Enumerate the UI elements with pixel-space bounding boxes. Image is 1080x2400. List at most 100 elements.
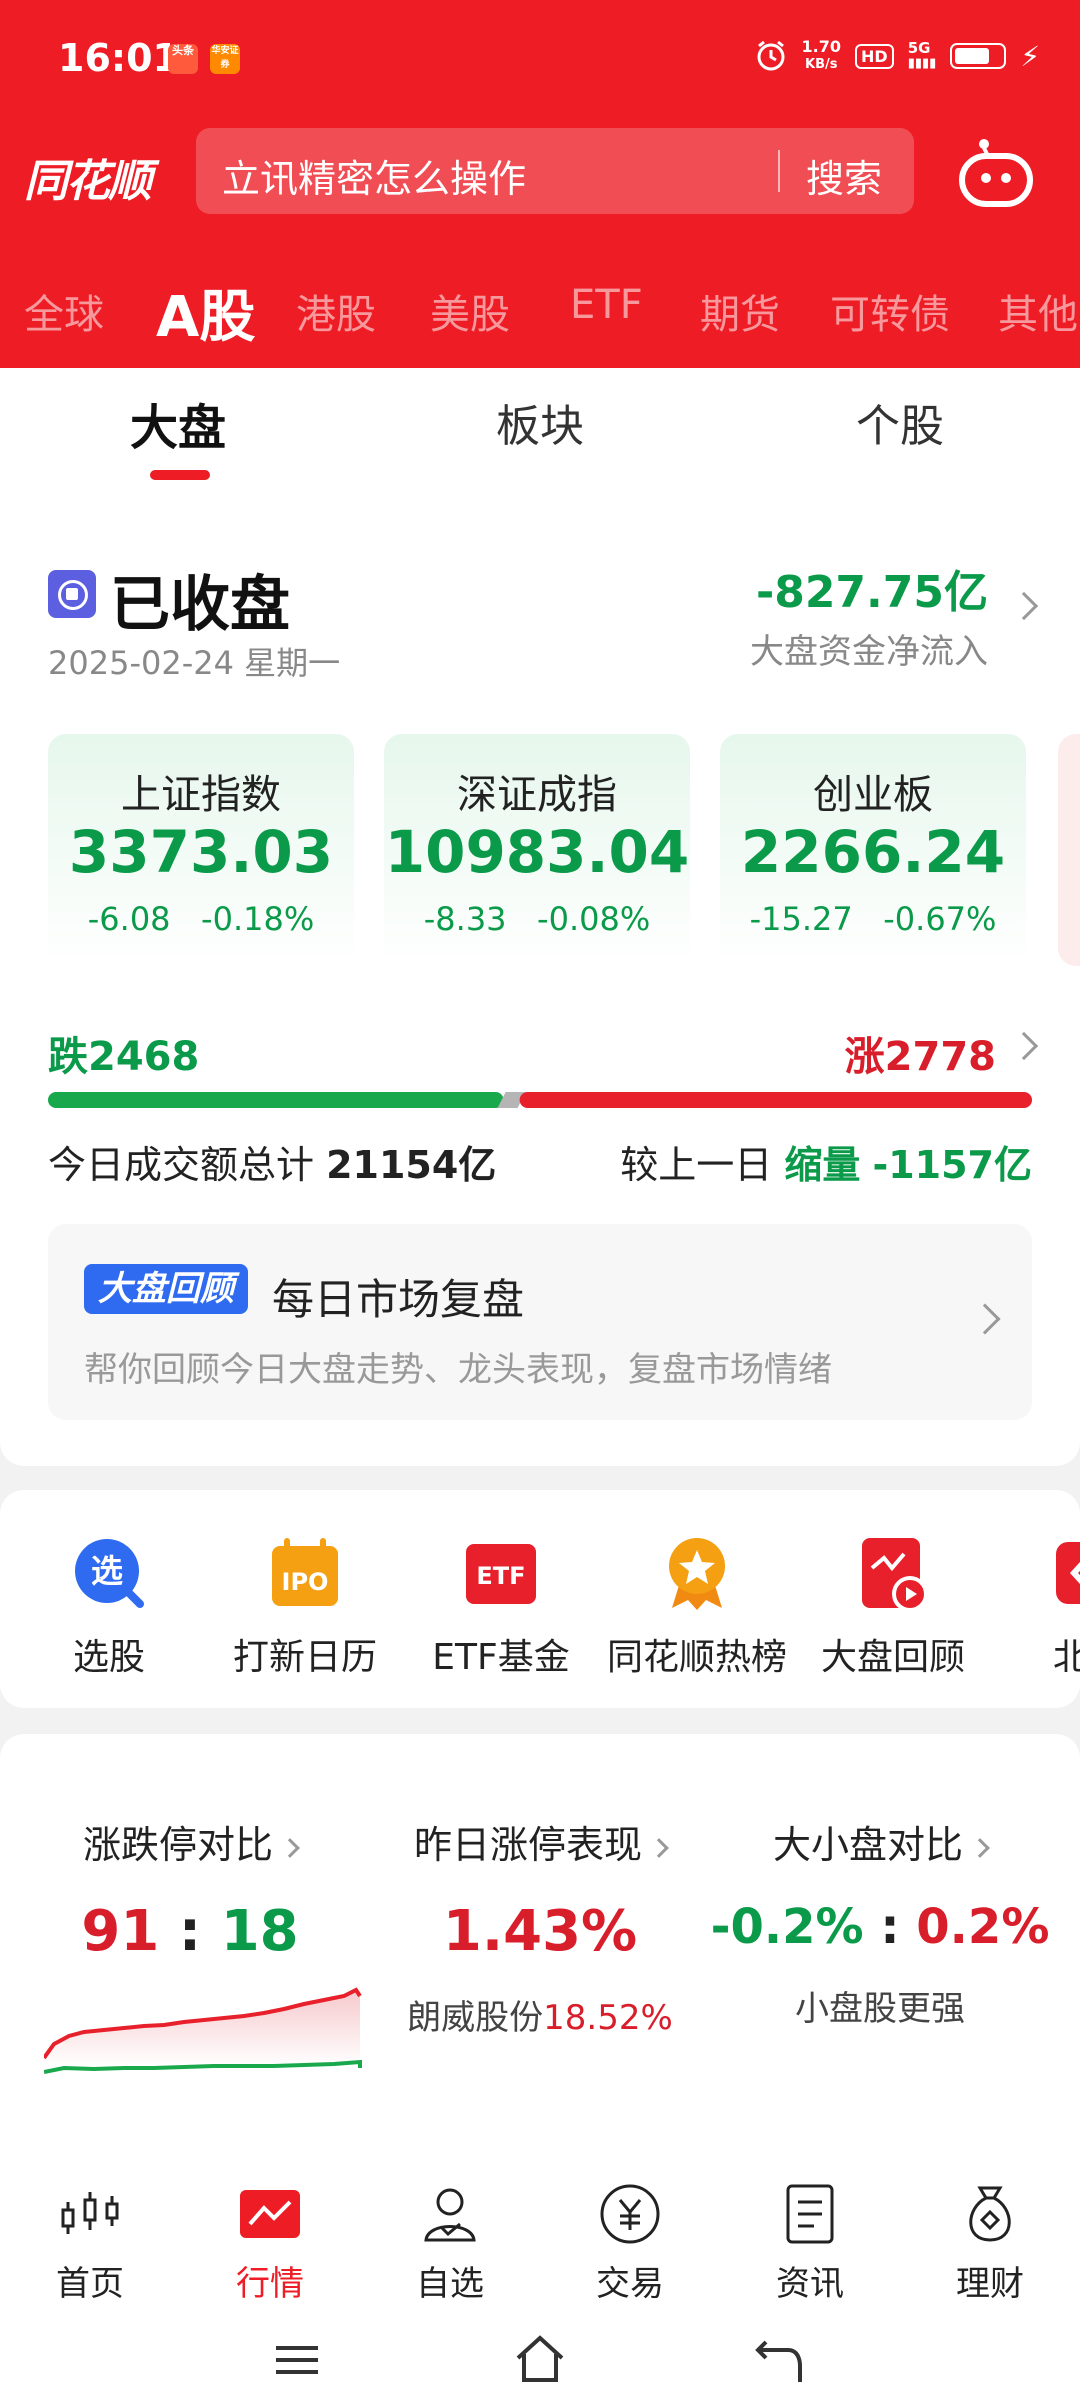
limit-compare-sparkline	[44, 1987, 362, 2074]
yesterday-title: 昨日涨停表现	[360, 1814, 720, 1869]
net-speed: 1.70 KB/s	[801, 37, 842, 73]
nav-news[interactable]: 资讯	[740, 2182, 880, 2305]
nav-label: 行情	[236, 2264, 304, 2304]
search-button[interactable]: 搜索	[806, 148, 882, 203]
nav-wealth[interactable]: 理财	[920, 2182, 1060, 2305]
fall-count: 跌2468	[48, 1034, 200, 1080]
tab-convertible[interactable]: 可转债	[830, 282, 950, 340]
market-closed-icon	[48, 570, 96, 618]
review-title: 每日市场复盘	[272, 1275, 525, 1324]
tool-market-review[interactable]: 大盘回顾	[798, 1534, 988, 1680]
nav-trade[interactable]: 交易	[560, 2182, 700, 2305]
tool-ipo-calendar[interactable]: IPO 打新日历	[210, 1534, 400, 1680]
app-logo[interactable]: 同花顺	[24, 145, 152, 209]
bse-icon	[1056, 1542, 1080, 1604]
tab-a-share[interactable]: A股	[156, 272, 255, 353]
menu-icon[interactable]	[272, 2334, 322, 2384]
daily-review-banner[interactable]: 大盘回顾 每日市场复盘 帮你回顾今日大盘走势、龙头表现，复盘市场情绪	[48, 1224, 1032, 1420]
hot-list-icon	[669, 1538, 725, 1610]
market-status-title: 已收盘	[110, 570, 290, 640]
advance-bar	[519, 1092, 1032, 1108]
market-stats-card: 涨跌停对比 91 : 18 昨日涨停表现 1.43% 朗威股份18.52% 大小…	[0, 1734, 1080, 2154]
yesterday-limit-performance[interactable]: 昨日涨停表现 1.43% 朗威股份18.52%	[360, 1814, 720, 2039]
turnover-compare: 较上一日 缩量 -1157亿	[620, 1143, 1032, 1187]
tab-other[interactable]: 其他	[998, 282, 1078, 340]
nav-label: 首页	[56, 2264, 124, 2304]
home-icon[interactable]	[512, 2330, 568, 2386]
index-change: -15.27 -0.67%	[749, 900, 997, 938]
bottom-nav: 首页 行情 自选 交易 资讯 理财	[0, 2154, 1080, 2320]
index-value: 3373.03	[68, 818, 334, 886]
limit-compare-value: 91 : 18	[81, 1899, 299, 1964]
index-name: 上证指数	[121, 772, 281, 818]
tool-etf-fund[interactable]: ETF ETF基金	[406, 1534, 596, 1680]
search-bar[interactable]: 立讯精密怎么操作 搜索	[196, 128, 914, 214]
svg-text:IPO: IPO	[282, 1568, 329, 1596]
money-bag-icon	[969, 2186, 1011, 2242]
status-time: 16:01	[58, 36, 179, 80]
yesterday-value: 1.43%	[442, 1899, 638, 1964]
app-header: 16:01 头条 华安证券 1.70 KB/s HD 5G ▮▮▮▮ ⚡ 同花顺 立…	[0, 0, 1080, 368]
search-input[interactable]: 立讯精密怎么操作	[222, 148, 526, 203]
tab-hk[interactable]: 港股	[296, 282, 376, 340]
market-date: 2025-02-24 星期一	[48, 644, 341, 682]
index-change: -8.33 -0.08%	[423, 900, 651, 938]
size-compare-note: 小盘股更强	[795, 1989, 965, 2029]
decline-bar	[48, 1092, 504, 1108]
robot-assistant-icon[interactable]	[958, 136, 1034, 208]
signal-5g-icon: 5G ▮▮▮▮	[907, 39, 937, 71]
tool-label: 大盘回顾	[820, 1637, 965, 1678]
svg-text:ETF: ETF	[476, 1562, 525, 1590]
tool-label: 北交	[1052, 1637, 1080, 1678]
tab-us[interactable]: 美股	[430, 282, 510, 340]
subtab-stock[interactable]: 个股	[856, 390, 944, 454]
net-inflow-label: 大盘资金净流入	[750, 632, 988, 672]
index-card-chinext[interactable]: 创业板 2266.24 -15.27 -0.67%	[720, 734, 1026, 966]
nav-label: 理财	[956, 2264, 1024, 2304]
chevron-right-icon	[1009, 1031, 1039, 1061]
index-name: 创业板	[813, 772, 933, 818]
status-bar: 16:01 头条 华安证券 1.70 KB/s HD 5G ▮▮▮▮ ⚡	[0, 30, 1080, 90]
back-icon[interactable]	[752, 2332, 806, 2386]
tab-etf[interactable]: ETF	[570, 282, 643, 328]
candlestick-home-icon	[61, 2192, 119, 2234]
market-review-icon	[862, 1538, 928, 1612]
tab-futures[interactable]: 期货	[700, 282, 780, 340]
net-inflow-value: -827.75亿	[755, 567, 988, 618]
battery-icon	[950, 43, 1007, 69]
chevron-right-icon	[649, 1837, 669, 1858]
size-compare[interactable]: 大小盘对比 -0.2% : 0.2% 小盘股更强	[700, 1814, 1060, 2030]
news-document-icon	[786, 2184, 834, 2244]
rise-count[interactable]: 涨2778	[845, 1024, 996, 1082]
index-change: -6.08 -0.18%	[87, 900, 315, 938]
user-watchlist-icon	[424, 2188, 476, 2242]
yesterday-top-stock: 朗威股份18.52%	[407, 1998, 673, 2038]
search-divider	[778, 150, 780, 192]
tool-hot-list[interactable]: 同花顺热榜	[602, 1534, 792, 1680]
chevron-right-icon	[970, 1837, 990, 1858]
nav-market[interactable]: 行情	[200, 2182, 340, 2305]
index-card-next[interactable]	[1058, 734, 1080, 966]
tool-select-stock[interactable]: 选 选股	[14, 1534, 204, 1680]
chevron-right-icon	[969, 1303, 1001, 1335]
subtab-market[interactable]: 大盘	[130, 388, 226, 458]
ipo-calendar-icon: IPO	[272, 1538, 338, 1606]
market-tabs: 全球 A股 港股 美股 ETF 期货 可转债 其他	[0, 268, 1080, 350]
review-badge: 大盘回顾	[84, 1264, 248, 1314]
tab-global[interactable]: 全球	[24, 282, 104, 340]
index-card-shanghai[interactable]: 上证指数 3373.03 -6.08 -0.18%	[48, 734, 354, 966]
limit-compare[interactable]: 涨跌停对比 91 : 18	[10, 1814, 370, 1964]
limit-compare-title: 涨跌停对比	[10, 1814, 370, 1869]
select-stock-icon: 选	[75, 1539, 144, 1608]
nav-watchlist[interactable]: 自选	[380, 2182, 520, 2305]
market-overview-card: 已收盘 2025-02-24 星期一 -827.75亿 大盘资金净流入 上证指数…	[0, 488, 1080, 1466]
index-card-shenzhen[interactable]: 深证成指 10983.04 -8.33 -0.08%	[384, 734, 690, 966]
subtab-sector[interactable]: 板块	[496, 390, 584, 454]
tool-bse[interactable]: 北交	[994, 1534, 1080, 1680]
market-chart-icon	[240, 2190, 300, 2238]
index-value: 2266.24	[740, 818, 1006, 886]
toutiao-badge-icon: 头条	[168, 44, 198, 74]
nav-home[interactable]: 首页	[20, 2182, 160, 2305]
tool-label: 同花顺热榜	[606, 1637, 787, 1678]
index-value: 10983.04	[384, 818, 690, 886]
